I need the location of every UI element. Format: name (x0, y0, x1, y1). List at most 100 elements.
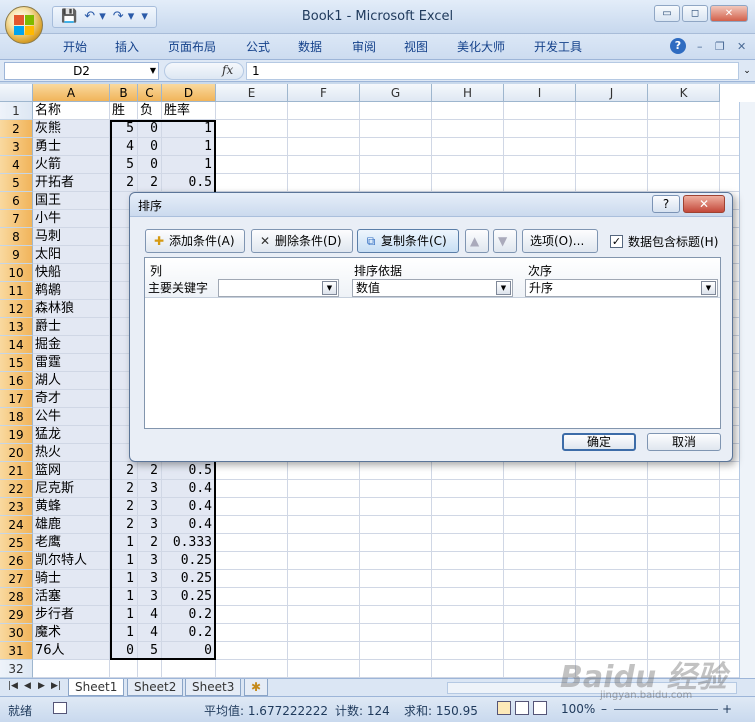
row-header[interactable]: 15 (0, 354, 33, 372)
ok-button[interactable]: 确定 (562, 433, 636, 451)
cell-team-name[interactable]: 老鹰 (35, 534, 110, 552)
row-header[interactable]: 22 (0, 480, 33, 498)
redo-icon[interactable]: ↷ ▾ (111, 8, 137, 26)
cell-team-name[interactable]: 马刺 (35, 228, 110, 246)
row-header[interactable]: 32 (0, 660, 33, 678)
tab-sheet1[interactable]: Sheet1 (68, 679, 125, 696)
cell-losses[interactable]: 4 (138, 624, 161, 642)
cell-team-name[interactable]: 雷霆 (35, 354, 110, 372)
dialog-title-bar[interactable]: 排序 ? ✕ (130, 193, 732, 217)
expand-formula-icon[interactable]: ⌄ (741, 62, 753, 80)
cell-team-name[interactable]: 爵士 (35, 318, 110, 336)
undo-icon[interactable]: ↶ ▾ (82, 8, 108, 26)
cell-wins[interactable]: 1 (110, 624, 137, 642)
tab-view[interactable]: 视图 (404, 38, 428, 56)
cell-team-name[interactable]: 步行者 (35, 606, 110, 624)
cell-wins[interactable]: 0 (110, 642, 137, 660)
tab-data[interactable]: 数据 (298, 38, 322, 56)
cell-team-name[interactable]: 湖人 (35, 372, 110, 390)
cell-wins[interactable]: 4 (110, 138, 137, 156)
has-headers-checkbox[interactable]: ✓ (610, 235, 623, 248)
prev-sheet-icon[interactable]: ◀ (24, 681, 31, 691)
select-all-corner[interactable] (0, 84, 33, 102)
cell-wins[interactable]: 2 (110, 516, 137, 534)
cell-team-name[interactable]: 鹈鹕 (35, 282, 110, 300)
cell-wins[interactable]: 5 (110, 120, 137, 138)
vertical-scrollbar[interactable] (739, 102, 755, 678)
cell-wins[interactable]: 1 (110, 552, 137, 570)
cell-wins[interactable]: 1 (110, 606, 137, 624)
zoom-out-icon[interactable]: – (601, 702, 607, 716)
cell-wins[interactable]: 2 (110, 174, 137, 192)
page-break-view-icon[interactable] (533, 701, 547, 715)
row-header[interactable]: 11 (0, 282, 33, 300)
copy-level-button[interactable]: ⧉ 复制条件(C) (357, 229, 459, 253)
cell-win-rate[interactable]: 0.2 (162, 624, 215, 642)
cell-losses[interactable]: 2 (138, 534, 161, 552)
cell-team-name[interactable]: 森林狼 (35, 300, 110, 318)
row-header[interactable]: 17 (0, 390, 33, 408)
cell-win-rate[interactable]: 0.4 (162, 516, 215, 534)
row-header[interactable]: 18 (0, 408, 33, 426)
cell-win-rate[interactable]: 0.4 (162, 498, 215, 516)
tab-review[interactable]: 审阅 (352, 38, 376, 56)
ribbon-restore-icon[interactable]: ❐ (715, 40, 725, 53)
row-header[interactable]: 8 (0, 228, 33, 246)
cell-wins[interactable]: 1 (110, 534, 137, 552)
zoom-slider[interactable] (614, 709, 718, 710)
row-header[interactable]: 29 (0, 606, 33, 624)
column-header-i[interactable]: I (504, 84, 576, 102)
cell-team-name[interactable]: 篮网 (35, 462, 110, 480)
row-header[interactable]: 20 (0, 444, 33, 462)
restore-button[interactable]: ◻ (682, 5, 708, 22)
cell-team-name[interactable]: 灰熊 (35, 120, 110, 138)
cell-losses[interactable]: 3 (138, 570, 161, 588)
zoom-level[interactable]: 100% (561, 702, 595, 716)
cell-losses[interactable]: 3 (138, 480, 161, 498)
insert-function-icon[interactable]: fx (222, 63, 233, 77)
cell-team-name[interactable]: 猛龙 (35, 426, 110, 444)
sort-on-select[interactable]: 数值 ▼ (352, 279, 513, 297)
dialog-help-button[interactable]: ? (652, 195, 680, 213)
first-sheet-icon[interactable]: |◀ (8, 681, 18, 691)
cell-losses[interactable]: 0 (138, 156, 161, 174)
cell-team-name[interactable]: 火箭 (35, 156, 110, 174)
column-header-a[interactable]: A (33, 84, 110, 102)
move-down-button[interactable]: ▼ (493, 229, 517, 253)
cell-team-name[interactable]: 活塞 (35, 588, 110, 606)
cell-team-name[interactable]: 尼克斯 (35, 480, 110, 498)
cell-team-name[interactable]: 国王 (35, 192, 110, 210)
row-header[interactable]: 13 (0, 318, 33, 336)
row-header[interactable]: 27 (0, 570, 33, 588)
column-header-f[interactable]: F (288, 84, 360, 102)
row-header[interactable]: 31 (0, 642, 33, 660)
office-button[interactable] (5, 6, 43, 44)
cell-win-rate[interactable]: 0.333 (162, 534, 215, 552)
cell-wins[interactable]: 5 (110, 156, 137, 174)
cell-win-rate[interactable]: 0.5 (162, 462, 215, 480)
cell-win-rate[interactable]: 1 (162, 156, 215, 174)
cell-header-win[interactable]: 胜 (112, 102, 138, 120)
normal-view-icon[interactable] (497, 701, 511, 715)
row-header[interactable]: 6 (0, 192, 33, 210)
row-header[interactable]: 3 (0, 138, 33, 156)
row-header[interactable]: 25 (0, 534, 33, 552)
cell-team-name[interactable]: 骑士 (35, 570, 110, 588)
last-sheet-icon[interactable]: ▶| (51, 681, 61, 691)
insert-sheet-icon[interactable]: ✱ (244, 679, 269, 696)
zoom-in-icon[interactable]: + (722, 702, 732, 716)
cell-team-name[interactable]: 太阳 (35, 246, 110, 264)
cell-losses[interactable]: 0 (138, 120, 161, 138)
row-header[interactable]: 12 (0, 300, 33, 318)
cell-win-rate[interactable]: 0.25 (162, 552, 215, 570)
row-header[interactable]: 14 (0, 336, 33, 354)
row-header[interactable]: 21 (0, 462, 33, 480)
name-box-dropdown-icon[interactable]: ▼ (147, 62, 159, 80)
column-header-c[interactable]: C (138, 84, 162, 102)
cell-win-rate[interactable]: 0.25 (162, 588, 215, 606)
row-header[interactable]: 26 (0, 552, 33, 570)
tab-developer[interactable]: 开发工具 (534, 38, 582, 56)
column-header-g[interactable]: G (360, 84, 432, 102)
page-layout-view-icon[interactable] (515, 701, 529, 715)
row-header[interactable]: 1 (0, 102, 33, 120)
